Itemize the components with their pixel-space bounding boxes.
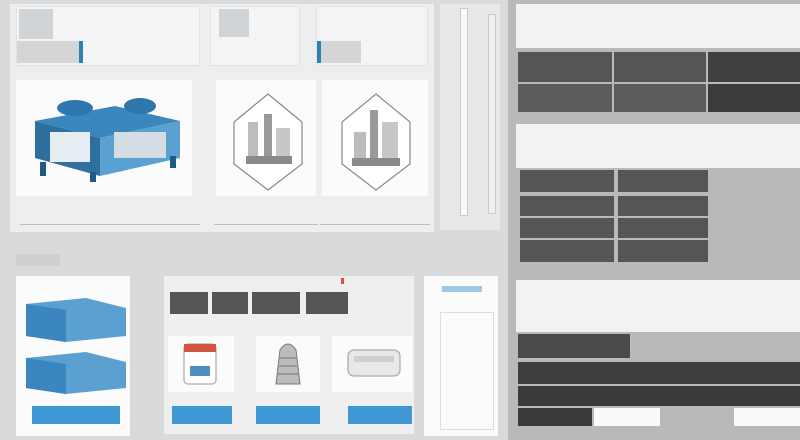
mid-tab-2[interactable] [212, 292, 248, 314]
grid-cell[interactable] [518, 52, 612, 82]
machine-icon [35, 98, 180, 182]
right-panel-2 [516, 124, 800, 168]
grid-cell[interactable] [618, 170, 708, 192]
card-icon [19, 9, 53, 39]
mid-tab-3[interactable] [252, 292, 300, 314]
card-tab[interactable] [17, 41, 83, 63]
grid-cell[interactable] [518, 386, 800, 406]
scrollbar-thumb-2[interactable] [488, 14, 496, 214]
scrollbar-track[interactable] [440, 4, 500, 230]
mid-tab-1[interactable] [170, 292, 208, 314]
housing-icon [347, 349, 401, 377]
grid-cell[interactable] [708, 52, 800, 82]
product-card-3[interactable] [322, 80, 428, 196]
grid-cell[interactable] [518, 334, 630, 358]
top-card-3[interactable] [316, 6, 428, 66]
section-label [16, 254, 60, 266]
chart-action-button[interactable] [32, 406, 120, 424]
input-field[interactable] [734, 408, 800, 426]
grid-cell[interactable] [518, 84, 612, 112]
grid-cell[interactable] [614, 84, 706, 112]
mid-tab-4[interactable] [306, 292, 348, 314]
mid-button-3[interactable] [348, 406, 412, 424]
input-field[interactable] [594, 408, 660, 426]
blue-block-icon [26, 298, 126, 394]
top-card-1[interactable] [16, 6, 200, 66]
product-card-2[interactable] [216, 80, 316, 196]
grid-cell[interactable] [708, 84, 800, 112]
list-box [440, 312, 494, 430]
mid-button-2[interactable] [256, 406, 320, 424]
list-title [442, 286, 482, 292]
chart-panel [16, 276, 130, 436]
grid-cell[interactable] [518, 408, 592, 426]
grid-cell[interactable] [520, 170, 614, 192]
card-tab[interactable] [317, 41, 361, 63]
mid-item-1[interactable] [168, 336, 234, 392]
product-card-1[interactable] [16, 80, 192, 196]
grid-cell[interactable] [520, 196, 614, 216]
grid-cell[interactable] [614, 52, 706, 82]
grid-cell[interactable] [520, 218, 614, 238]
mid-button-1[interactable] [172, 406, 232, 424]
top-card-2[interactable] [210, 6, 300, 66]
canister-icon [183, 343, 217, 385]
mid-item-3[interactable] [332, 336, 412, 392]
list-panel [424, 276, 498, 436]
equipment-icon [341, 93, 411, 191]
grid-cell[interactable] [618, 196, 708, 216]
mid-item-2[interactable] [256, 336, 320, 392]
warning-icon [341, 278, 344, 284]
product-divider [20, 224, 200, 225]
grid-cell[interactable] [618, 240, 708, 262]
right-panel-1 [516, 4, 800, 48]
grid-cell[interactable] [618, 218, 708, 238]
card-icon [219, 9, 249, 37]
product-divider [214, 224, 318, 225]
equipment-icon [233, 93, 303, 191]
grid-cell[interactable] [520, 240, 614, 262]
nozzle-icon [275, 343, 301, 385]
product-divider [320, 224, 430, 225]
scrollbar-thumb[interactable] [460, 8, 468, 216]
right-panel-3 [516, 280, 800, 332]
grid-cell[interactable] [518, 362, 800, 384]
